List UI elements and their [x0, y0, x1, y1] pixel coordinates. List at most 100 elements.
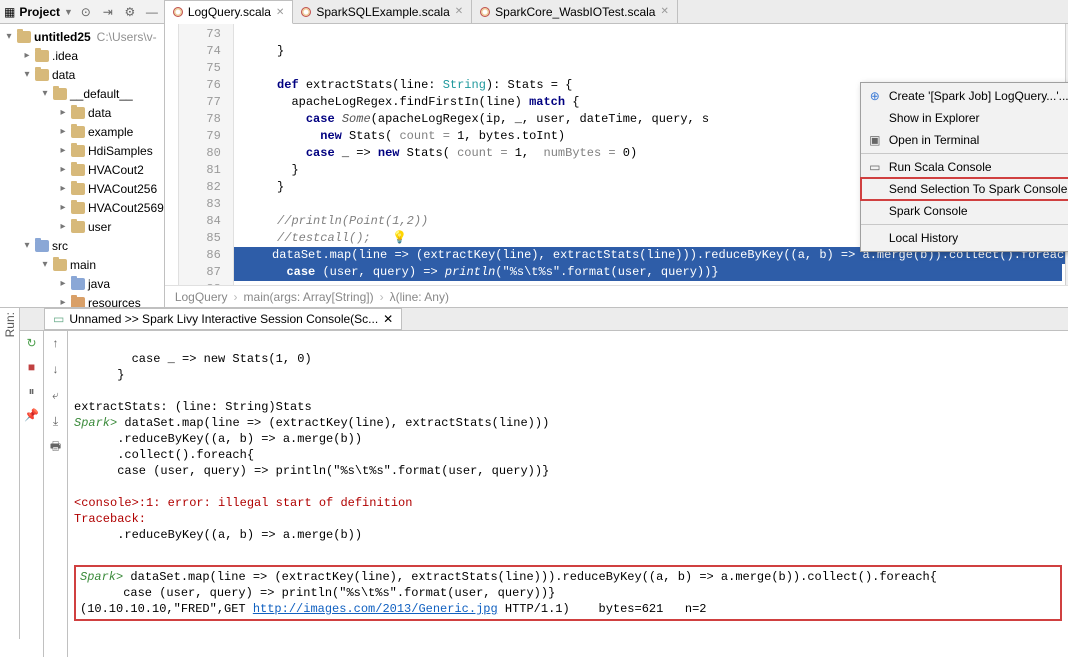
- tree-item[interactable]: src: [0, 236, 164, 255]
- tree-item[interactable]: resources: [0, 293, 164, 307]
- line-number: 77: [179, 94, 221, 111]
- line-number: 86: [179, 247, 221, 264]
- tree-item[interactable]: example: [0, 122, 164, 141]
- close-icon[interactable]: ✕: [660, 6, 668, 17]
- wrap-icon[interactable]: ⤶: [48, 387, 64, 403]
- chevron-right-icon[interactable]: [58, 278, 68, 289]
- tree-item[interactable]: HdiSamples: [0, 141, 164, 160]
- gear-icon[interactable]: ⚙: [122, 4, 138, 20]
- menu-create-spark-job[interactable]: ⊕ Create '[Spark Job] LogQuery...'...: [861, 85, 1068, 107]
- down-icon[interactable]: ↓: [48, 361, 64, 377]
- menu-send-selection-spark[interactable]: Send Selection To Spark Console Ctrl+Shi…: [861, 178, 1068, 200]
- rerun-icon[interactable]: ↻: [24, 335, 40, 351]
- tree-item-label: main: [70, 258, 96, 272]
- crumb-item[interactable]: λ(line: Any): [390, 290, 449, 304]
- tab-label: LogQuery.scala: [188, 5, 271, 19]
- chevron-down-icon[interactable]: [22, 69, 32, 80]
- print-icon[interactable]: 🖶: [48, 439, 64, 455]
- tree-item-label: resources: [88, 296, 141, 308]
- chevron-right-icon[interactable]: [58, 126, 68, 137]
- tree-item-label: data: [52, 68, 75, 82]
- console-icon: ▭: [867, 160, 883, 174]
- tree-item[interactable]: main: [0, 255, 164, 274]
- folder-icon: [71, 202, 85, 214]
- menu-run-scala-console[interactable]: ▭ Run Scala Console Ctrl+Shift+D: [861, 156, 1068, 178]
- tree-item[interactable]: java: [0, 274, 164, 293]
- crumb-item[interactable]: main(args: Array[String]): [244, 290, 374, 304]
- editor-tabs: LogQuery.scala✕SparkSQLExample.scala✕Spa…: [165, 0, 1068, 24]
- run-toolbar-left2: ↑ ↓ ⤶ ⤓ 🖶: [44, 331, 68, 657]
- folder-icon: [71, 183, 85, 195]
- folder-icon: [71, 126, 85, 138]
- run-tab-unnamed[interactable]: ▭ Unnamed >> Spark Livy Interactive Sess…: [44, 308, 402, 330]
- folder-icon: [53, 259, 67, 271]
- line-gutter: 73747576777879808182838485868788: [179, 24, 234, 285]
- project-tree[interactable]: untitled25 C:\Users\v- .idea data __defaul…: [0, 24, 164, 307]
- chevron-right-icon[interactable]: [58, 297, 68, 307]
- pause-icon[interactable]: ⏸: [24, 383, 40, 399]
- chevron-right-icon[interactable]: [58, 107, 68, 118]
- tree-item[interactable]: HVACout256: [0, 179, 164, 198]
- chevron-right-icon[interactable]: [58, 164, 68, 175]
- tree-item[interactable]: user: [0, 217, 164, 236]
- run-console[interactable]: case _ => new Stats(1, 0) } extractStats…: [68, 331, 1068, 657]
- bulb-icon[interactable]: 💡: [392, 231, 407, 245]
- tree-item[interactable]: data: [0, 103, 164, 122]
- tree-item-label: HdiSamples: [88, 144, 153, 158]
- line-number: 83: [179, 196, 221, 213]
- pin-icon[interactable]: 📌: [24, 407, 40, 423]
- folder-icon: [71, 107, 85, 119]
- chevron-right-icon[interactable]: [58, 221, 68, 232]
- close-icon[interactable]: ✕: [455, 6, 463, 17]
- chevron-down-icon[interactable]: ▼: [64, 7, 73, 17]
- tree-item[interactable]: HVACout2: [0, 160, 164, 179]
- menu-spark-console[interactable]: Spark Console ▸: [861, 200, 1068, 222]
- tree-item[interactable]: .idea: [0, 46, 164, 65]
- folder-icon: [71, 297, 85, 308]
- chevron-down-icon[interactable]: [4, 31, 14, 42]
- context-menu: ⊕ Create '[Spark Job] LogQuery...'... Sh…: [860, 82, 1068, 252]
- close-icon[interactable]: ✕: [383, 312, 393, 326]
- editor-tab[interactable]: LogQuery.scala ✕: [165, 0, 294, 24]
- terminal-icon: ▣: [867, 133, 883, 147]
- chevron-right-icon[interactable]: [58, 145, 68, 156]
- collapse-icon[interactable]: ⇥: [100, 4, 116, 20]
- chevron-right-icon[interactable]: [22, 50, 32, 61]
- output-link[interactable]: http://images.com/2013/Generic.jpg: [253, 602, 498, 616]
- tree-root[interactable]: untitled25 C:\Users\v-: [0, 27, 164, 46]
- scope-icon[interactable]: ⊙: [78, 4, 94, 20]
- scala-icon: [480, 7, 490, 17]
- menu-local-history[interactable]: Local History ▸: [861, 227, 1068, 249]
- tree-item-label: HVACout256: [88, 182, 157, 196]
- menu-open-terminal[interactable]: ▣ Open in Terminal: [861, 129, 1068, 151]
- scroll-end-icon[interactable]: ⤓: [48, 413, 64, 429]
- close-icon[interactable]: ✕: [276, 7, 284, 18]
- chevron-right-icon[interactable]: [58, 183, 68, 194]
- line-number: 85: [179, 230, 221, 247]
- project-tool-window: ▦ Project ▼ ⊙ ⇥ ⚙ — untitled25 C:\Users\…: [0, 0, 165, 307]
- tree-item[interactable]: data: [0, 65, 164, 84]
- line-number: 79: [179, 128, 221, 145]
- tree-item[interactable]: HVACout2569: [0, 198, 164, 217]
- folder-icon: [35, 240, 49, 252]
- tree-item-label: data: [88, 106, 111, 120]
- project-header[interactable]: ▦ Project ▼ ⊙ ⇥ ⚙ —: [0, 0, 164, 24]
- chevron-down-icon[interactable]: [40, 88, 50, 99]
- up-icon[interactable]: ↑: [48, 335, 64, 351]
- folder-icon: [35, 50, 49, 62]
- globe-icon: ⊕: [867, 89, 883, 103]
- line-number: 78: [179, 111, 221, 128]
- chevron-down-icon[interactable]: [40, 259, 50, 270]
- run-tool-label[interactable]: Run:: [0, 308, 20, 639]
- chevron-down-icon[interactable]: [22, 240, 32, 251]
- editor-tab[interactable]: SparkCore_WasbIOTest.scala✕: [472, 0, 678, 23]
- menu-show-explorer[interactable]: Show in Explorer: [861, 107, 1068, 129]
- hide-icon[interactable]: —: [144, 4, 160, 20]
- editor-tab[interactable]: SparkSQLExample.scala✕: [293, 0, 472, 23]
- stop-icon[interactable]: ■: [24, 359, 40, 375]
- line-number: 81: [179, 162, 221, 179]
- tree-item[interactable]: __default__: [0, 84, 164, 103]
- breadcrumb[interactable]: LogQuery › main(args: Array[String]) › λ…: [165, 285, 1068, 307]
- crumb-item[interactable]: LogQuery: [175, 290, 228, 304]
- chevron-right-icon[interactable]: [58, 202, 68, 213]
